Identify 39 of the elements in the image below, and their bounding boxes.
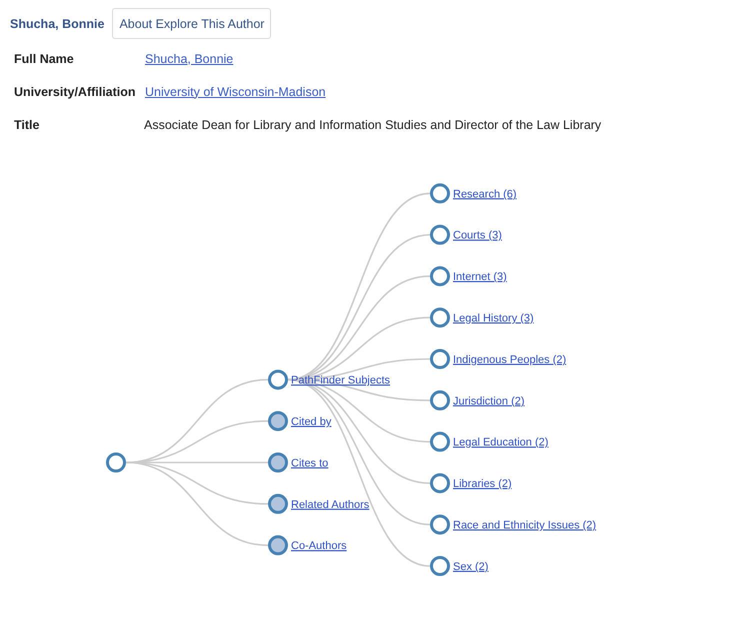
node-link[interactable]: Sex (2) bbox=[453, 560, 488, 573]
tree-node[interactable] bbox=[430, 224, 450, 245]
tree-node[interactable] bbox=[430, 390, 450, 410]
node-link[interactable]: Co-Authors bbox=[291, 540, 347, 552]
node-link[interactable]: Jurisdiction (2) bbox=[453, 395, 525, 408]
node-link[interactable]: Courts (3) bbox=[453, 230, 502, 242]
tree-node[interactable] bbox=[430, 514, 450, 535]
tree-node[interactable] bbox=[430, 308, 450, 328]
node-link[interactable]: Research (6) bbox=[453, 188, 517, 200]
tree-node[interactable] bbox=[106, 452, 126, 472]
author-name: Shucha, Bonnie bbox=[10, 16, 104, 30]
detail-link[interactable]: University of Wisconsin-Madison bbox=[145, 84, 326, 98]
node-link[interactable]: Indigenous Peoples (2) bbox=[453, 354, 566, 366]
tree-node[interactable] bbox=[430, 183, 450, 204]
detail-label: Full Name bbox=[14, 52, 74, 66]
node-link[interactable]: Legal Education (2) bbox=[453, 436, 548, 449]
node-link[interactable]: Legal History (3) bbox=[453, 312, 534, 324]
detail-link[interactable]: Shucha, Bonnie bbox=[145, 52, 234, 66]
tree-node[interactable] bbox=[430, 266, 450, 286]
node-link[interactable]: Libraries (2) bbox=[453, 478, 512, 490]
detail-value: Associate Dean for Library and Information Studies and Director of the Law Library bbox=[144, 118, 602, 132]
tree-node[interactable] bbox=[430, 432, 450, 452]
tree-node[interactable] bbox=[268, 535, 288, 556]
tree-node[interactable] bbox=[430, 349, 450, 369]
tree-node[interactable] bbox=[268, 370, 288, 390]
about-button[interactable]: About Explore This Author bbox=[112, 8, 272, 39]
node-link[interactable]: Related Authors bbox=[291, 498, 370, 511]
node-link[interactable]: Cited by bbox=[291, 416, 332, 428]
tree-node[interactable] bbox=[430, 473, 450, 494]
node-link[interactable]: Internet (3) bbox=[453, 271, 507, 284]
tree-node[interactable] bbox=[430, 556, 450, 576]
tree-node[interactable] bbox=[268, 494, 288, 514]
node-link[interactable]: PathFinder Subjects bbox=[291, 374, 390, 387]
detail-label: Title bbox=[14, 118, 40, 132]
node-link[interactable]: Cites to bbox=[291, 457, 328, 470]
node-link[interactable]: Race and Ethnicity Issues (2) bbox=[453, 519, 596, 532]
tree-node[interactable] bbox=[268, 411, 288, 432]
detail-label: University/Affiliation bbox=[14, 84, 136, 98]
tree-node[interactable] bbox=[268, 452, 288, 472]
